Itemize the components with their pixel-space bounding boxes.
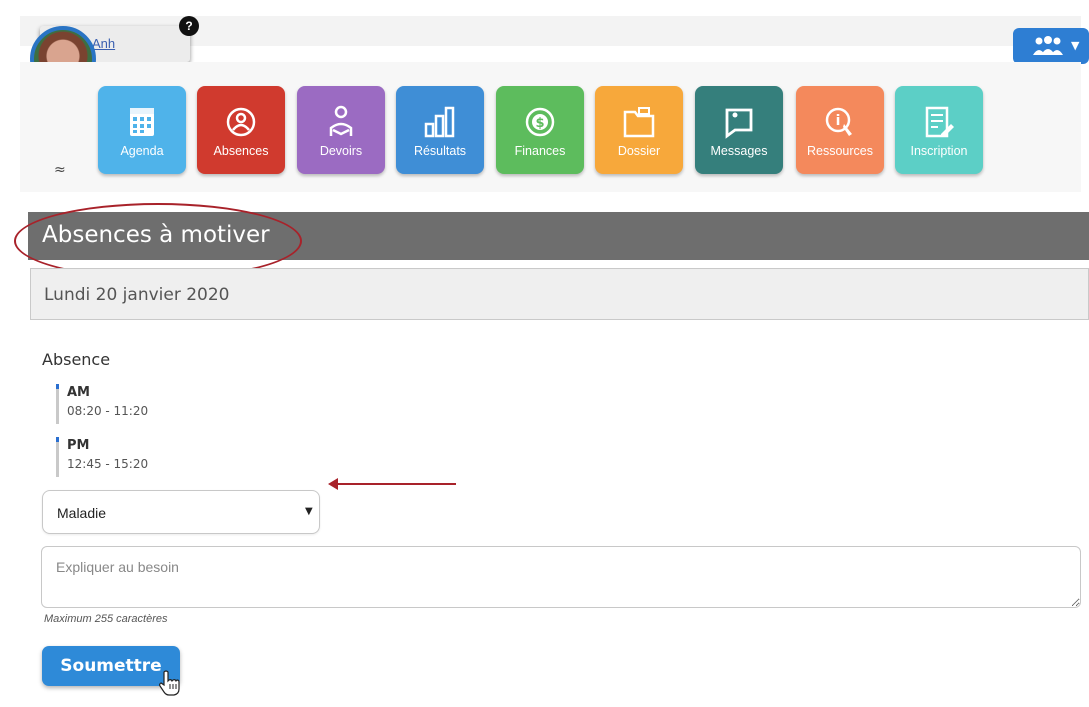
user-name-link[interactable]: Anh bbox=[92, 36, 115, 51]
tile-resultats[interactable]: Résultats bbox=[396, 86, 484, 174]
calendar-icon bbox=[130, 108, 154, 136]
form-icon bbox=[925, 106, 954, 138]
tile-label: Résultats bbox=[413, 144, 467, 158]
users-group-icon bbox=[1033, 36, 1063, 55]
tile-absences[interactable]: Absences bbox=[197, 86, 285, 174]
explanation-textarea[interactable] bbox=[41, 546, 1081, 608]
hand-cursor-icon bbox=[159, 670, 180, 696]
period-marker bbox=[56, 437, 59, 442]
period-name: PM bbox=[67, 438, 90, 453]
tile-agenda[interactable]: Agenda bbox=[98, 86, 186, 174]
tile-label: Ressources bbox=[807, 144, 873, 158]
resources-icon: i bbox=[825, 107, 852, 136]
tile-label: Dossier bbox=[617, 144, 661, 158]
svg-text:$: $ bbox=[535, 116, 544, 131]
absence-date: Lundi 20 janvier 2020 bbox=[44, 285, 230, 305]
bar-chart-icon bbox=[424, 106, 455, 138]
message-icon bbox=[725, 108, 753, 139]
tile-finances[interactable]: $ Finances bbox=[496, 86, 584, 174]
tile-label: Agenda bbox=[120, 144, 164, 158]
period-pm: PM 12:45 - 15:20 bbox=[56, 437, 256, 477]
chevron-down-icon: ▼ bbox=[1071, 39, 1080, 52]
period-am: AM 08:20 - 11:20 bbox=[56, 384, 256, 424]
period-marker bbox=[56, 384, 59, 389]
users-group-menu-button[interactable]: ▼ bbox=[1013, 28, 1089, 64]
svg-text:i: i bbox=[836, 113, 841, 129]
tile-dossier[interactable]: Dossier bbox=[595, 86, 683, 174]
tile-messages[interactable]: Messages bbox=[695, 86, 783, 174]
tile-ressources[interactable]: i Ressources bbox=[796, 86, 884, 174]
tile-inscription[interactable]: Inscription bbox=[895, 86, 983, 174]
tile-devoirs[interactable]: Devoirs bbox=[297, 86, 385, 174]
tile-label: Messages bbox=[710, 144, 768, 158]
tile-label: Inscription bbox=[910, 144, 968, 158]
homework-person-icon bbox=[329, 105, 353, 136]
reason-select[interactable]: Maladie ▼ bbox=[42, 490, 320, 534]
annotation-arrow bbox=[336, 483, 456, 485]
tile-label: Absences bbox=[213, 144, 269, 158]
period-name: AM bbox=[67, 385, 90, 400]
annotation-arrow-head bbox=[328, 478, 338, 490]
reason-select-value: Maladie bbox=[57, 505, 107, 521]
dollar-coin-icon: $ bbox=[525, 107, 555, 137]
absence-heading: Absence bbox=[42, 350, 111, 369]
tile-label: Finances bbox=[514, 144, 566, 158]
period-time: 08:20 - 11:20 bbox=[67, 404, 149, 418]
folder-icon bbox=[623, 107, 655, 138]
tile-label: Devoirs bbox=[319, 144, 363, 158]
absence-person-icon bbox=[226, 107, 256, 137]
period-time: 12:45 - 15:20 bbox=[67, 457, 149, 471]
chevrons-up-icon[interactable]: ≈ bbox=[54, 162, 66, 178]
question-icon[interactable]: ? bbox=[179, 16, 199, 36]
character-limit-hint: Maximum 255 caractères bbox=[44, 613, 168, 625]
chevron-down-icon: ▼ bbox=[305, 506, 313, 517]
